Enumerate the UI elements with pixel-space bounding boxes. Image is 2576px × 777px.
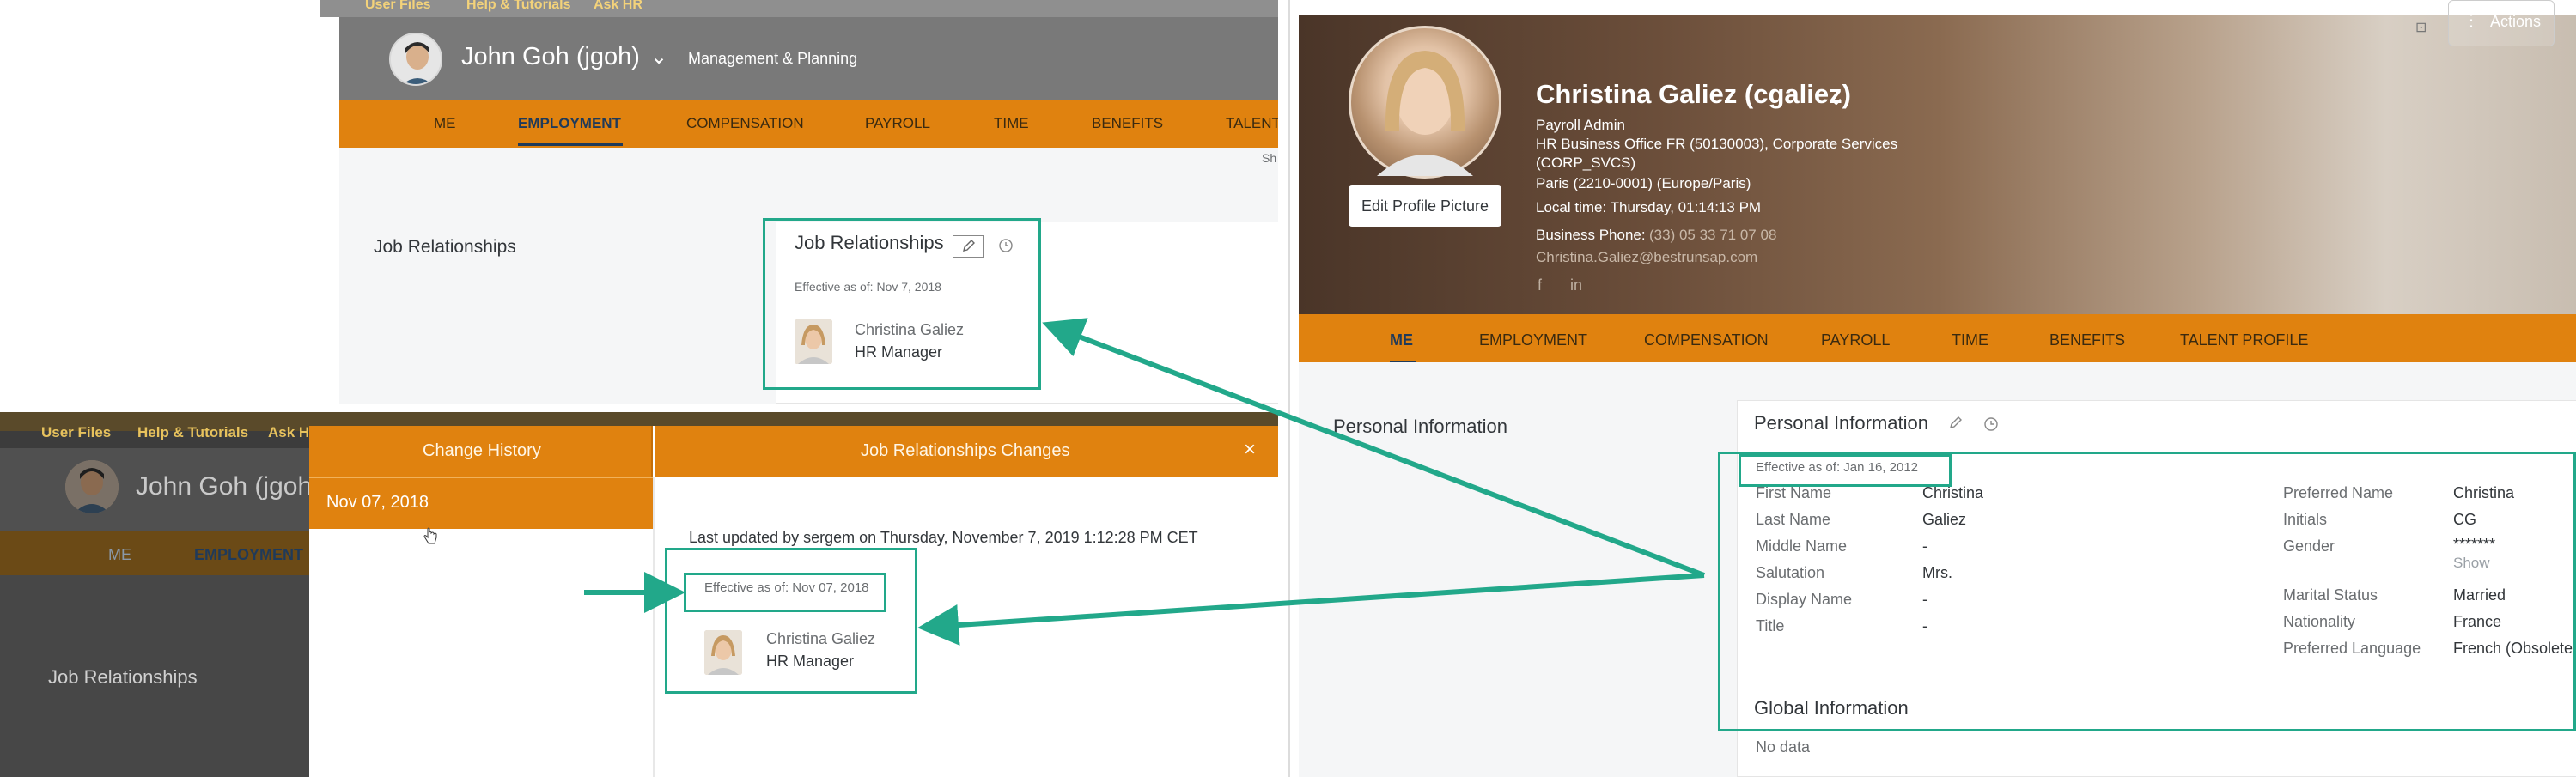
tab-me[interactable]: ME: [1390, 331, 1413, 349]
avatar[interactable]: [389, 33, 442, 86]
highlight-box-effective-date: [684, 573, 886, 612]
employee-department: Management & Planning: [688, 50, 858, 67]
local-time: Local time: Thursday, 01:14:13 PM: [1536, 199, 1762, 215]
highlight-box-change-history: [665, 548, 917, 694]
business-unit-code: (CORP_SVCS): [1536, 155, 1636, 171]
actions-button[interactable]: ⋮ Actions: [2448, 0, 2555, 46]
ask-hr-link: Ask H: [268, 424, 310, 440]
tab-compensation[interactable]: COMPENSATION: [686, 115, 804, 132]
avatar: [65, 460, 119, 513]
linkedin-icon[interactable]: in: [1570, 276, 1582, 294]
help-tutorials-link: Help & Tutorials: [137, 424, 249, 440]
actions-label: Actions: [2490, 13, 2542, 30]
job-title: Payroll Admin: [1536, 117, 1625, 133]
tab-payroll[interactable]: PAYROLL: [1821, 331, 1890, 349]
expand-icon[interactable]: ⊡: [2415, 19, 2427, 36]
help-tutorials-link[interactable]: Help & Tutorials: [466, 0, 571, 13]
highlight-box-personal-info: [1718, 452, 2576, 731]
location: Paris (2210-0001) (Europe/Paris): [1536, 175, 1751, 191]
tab-benefits[interactable]: BENEFITS: [1092, 115, 1163, 132]
tab-payroll[interactable]: PAYROLL: [865, 115, 930, 132]
section-title: Personal Information: [1333, 416, 1507, 437]
tab-employment[interactable]: EMPLOYMENT: [1479, 331, 1587, 349]
hand-cursor-icon: [423, 527, 438, 550]
highlight-box-job-relationships: [763, 218, 1041, 390]
history-icon[interactable]: [1982, 416, 2000, 437]
edit-profile-picture-button[interactable]: Edit Profile Picture: [1349, 185, 1501, 227]
tab-benefits[interactable]: BENEFITS: [2049, 331, 2125, 349]
card-title: Personal Information: [1754, 412, 1928, 434]
employee-name: John Goh (jgoh: [136, 472, 313, 501]
business-phone[interactable]: (33) 05 33 71 07 08: [1649, 227, 1776, 244]
user-files-link[interactable]: User Files: [365, 0, 430, 13]
more-vertical-icon: ⋮: [2463, 11, 2480, 30]
user-files-link: User Files: [41, 424, 112, 440]
highlight-box-effective-personal: [1739, 454, 1952, 487]
email-link[interactable]: Christina.Galiez@bestrunsap.com: [1536, 249, 1757, 266]
tab-compensation[interactable]: COMPENSATION: [1644, 331, 1769, 349]
tab-talent[interactable]: TALENT: [1226, 115, 1278, 132]
changes-title: Job Relationships Changes: [861, 441, 1070, 460]
dialog-divider: [653, 477, 655, 777]
tab-employment[interactable]: EMPLOYMENT: [518, 115, 621, 132]
truncated-text: Sh: [1262, 151, 1277, 165]
facebook-icon[interactable]: f: [1538, 276, 1542, 294]
active-tab-indicator: [518, 143, 623, 146]
tab-me: ME: [108, 546, 131, 563]
last-updated-text: Last updated by sergem on Thursday, Nove…: [689, 529, 1198, 546]
tab-me[interactable]: ME: [434, 115, 456, 132]
change-history-title: Change History: [423, 441, 541, 460]
chevron-down-icon[interactable]: ⌄: [1826, 82, 1846, 111]
business-unit: HR Business Office FR (50130003), Corpor…: [1536, 136, 1898, 152]
history-date-label[interactable]: Nov 07, 2018: [326, 493, 429, 513]
section-title: Job Relationships: [48, 666, 198, 688]
no-data-text: No data: [1756, 738, 1811, 756]
tab-talent-profile[interactable]: TALENT PROFILE: [2180, 331, 2308, 349]
ask-hr-link[interactable]: Ask HR: [594, 0, 642, 13]
tab-time[interactable]: TIME: [1952, 331, 1988, 349]
chevron-down-icon[interactable]: ⌄: [650, 45, 667, 70]
tab-employment: EMPLOYMENT: [194, 546, 304, 563]
profile-name[interactable]: Christina Galiez (cgaliez): [1536, 79, 1851, 110]
profile-photo[interactable]: [1349, 26, 1501, 179]
pencil-icon[interactable]: [1948, 416, 1964, 435]
close-icon[interactable]: ×: [1244, 438, 1256, 462]
section-title: Job Relationships: [374, 237, 516, 257]
business-phone-label: Business Phone:: [1536, 227, 1646, 243]
employee-name[interactable]: John Goh (jgoh): [461, 43, 640, 71]
utility-bar: [320, 0, 1278, 17]
tab-time[interactable]: TIME: [994, 115, 1029, 132]
